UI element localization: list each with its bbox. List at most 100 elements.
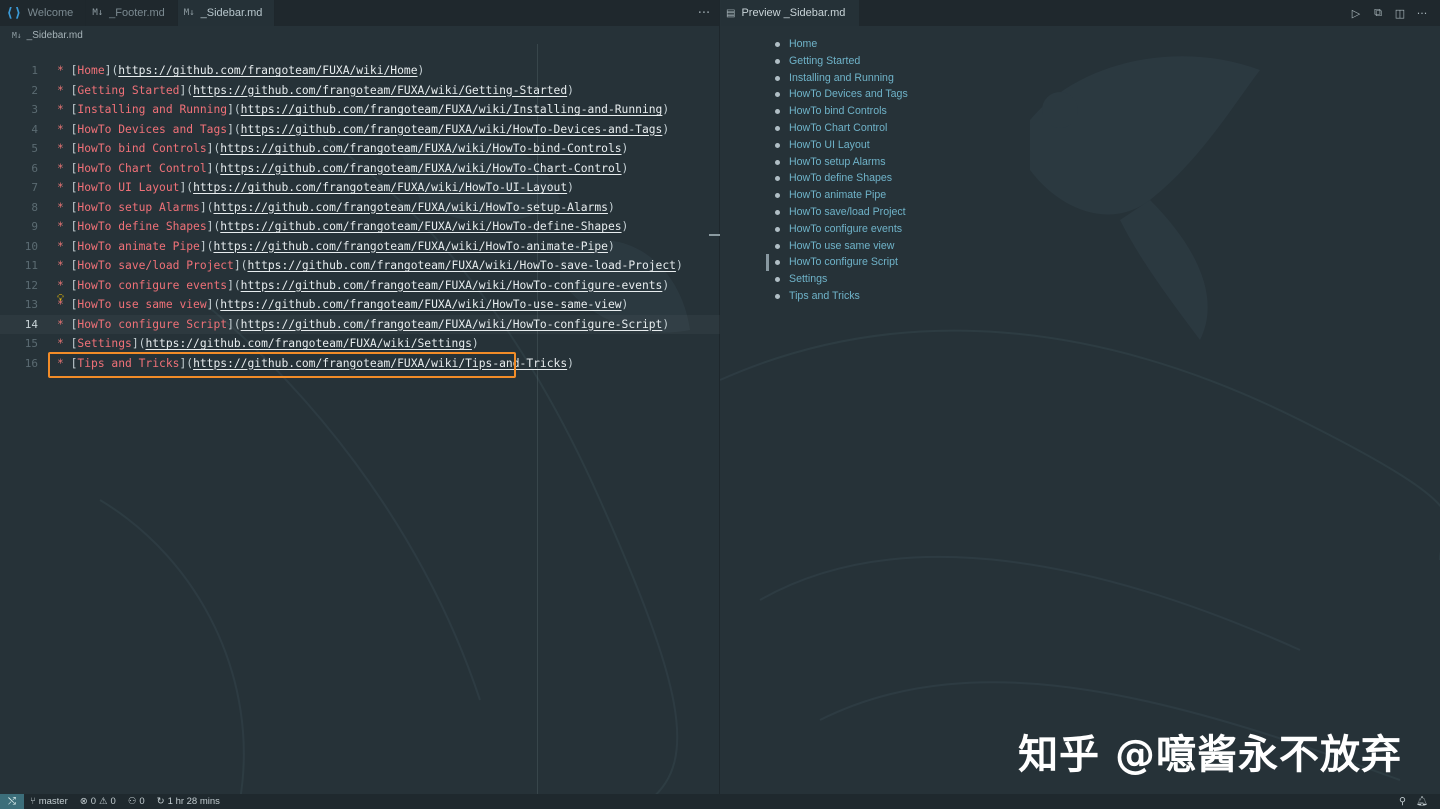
preview-link[interactable]: HowTo define Shapes — [775, 170, 908, 187]
code-line[interactable]: 6 * [HowTo Chart Control](https://github.… — [0, 159, 720, 179]
code-text[interactable]: * [HowTo setup Alarms](https://github.co… — [57, 198, 615, 218]
markdown-file-icon: M↓ — [92, 8, 104, 18]
line-number: 7 — [31, 181, 38, 194]
tab-footer-md[interactable]: M↓ _Footer.md — [86, 0, 178, 26]
code-line[interactable]: 8 * [HowTo setup Alarms](https://github.c… — [0, 198, 720, 218]
bracket: ]( — [104, 64, 119, 77]
link-url[interactable]: https://github.com/frangoteam/FUXA/wiki/… — [241, 123, 663, 136]
preview-link[interactable]: Getting Started — [775, 53, 908, 70]
link-url[interactable]: https://github.com/frangoteam/FUXA/wiki/… — [145, 337, 471, 350]
preview-link[interactable]: HowTo use same view — [775, 238, 908, 255]
link-url[interactable]: https://github.com/frangoteam/FUXA/wiki/… — [220, 220, 621, 233]
line-number: 11 — [24, 259, 38, 272]
code-text[interactable]: * [HowTo Chart Control](https://github.c… — [57, 159, 628, 179]
bracket: ) — [675, 259, 683, 272]
code-line[interactable]: 13 * [HowTo use same view](https://github… — [0, 293, 720, 315]
preview-link[interactable]: HowTo Devices and Tags — [775, 86, 908, 103]
code-line[interactable]: 5 * [HowTo bind Controls](https://github.… — [0, 139, 720, 159]
remote-indicator-icon[interactable]: ⤭ — [0, 794, 24, 809]
preview-link[interactable]: HowTo save/load Project — [775, 204, 908, 221]
preview-link[interactable]: HowTo configure Script — [775, 254, 908, 271]
link-url[interactable]: https://github.com/frangoteam/FUXA/wiki/… — [241, 103, 663, 116]
code-text[interactable]: * [HowTo animate Pipe](https://github.co… — [57, 237, 615, 257]
breadcrumb[interactable]: M↓ _Sidebar.md — [12, 28, 83, 42]
code-line[interactable]: 12 * [HowTo configure events](https://git… — [0, 276, 720, 296]
list-bullet: * — [57, 200, 71, 214]
tab-preview-sidebar[interactable]: ▤ Preview _Sidebar.md — [721, 0, 860, 26]
code-text[interactable]: * [HowTo bind Controls](https://github.c… — [57, 139, 628, 159]
tab-sidebar-md[interactable]: M↓ _Sidebar.md — [177, 0, 276, 26]
code-text[interactable]: * [Home](https://github.com/frangoteam/F… — [57, 61, 424, 81]
preview-link[interactable]: HowTo configure events — [775, 221, 908, 238]
link-url[interactable]: https://github.com/frangoteam/FUXA/wiki/… — [193, 84, 567, 97]
link-url[interactable]: https://github.com/frangoteam/FUXA/wiki/… — [220, 142, 621, 155]
list-bullet: * — [57, 142, 71, 155]
link-url[interactable]: https://github.com/frangoteam/FUXA/wiki/… — [213, 201, 607, 214]
preview-link[interactable]: Settings — [775, 271, 908, 288]
preview-link[interactable]: Installing and Running — [775, 70, 908, 87]
link-url[interactable]: https://github.com/frangoteam/FUXA/wiki/… — [220, 298, 621, 311]
code-text[interactable]: * [Settings](https://github.com/frangote… — [57, 334, 479, 354]
split-editor-icon[interactable]: ◫ — [1392, 7, 1408, 20]
bracket: ) — [662, 317, 670, 331]
code-line[interactable]: 7 * [HowTo UI Layout](https://github.com/… — [0, 178, 720, 198]
preview-tab-bar: ▤ Preview _Sidebar.md ▷ ⧉ ◫ ··· — [721, 0, 1440, 26]
more-actions-icon[interactable]: ··· — [1414, 7, 1430, 20]
preview-link[interactable]: Tips and Tricks — [775, 288, 908, 305]
branch-name: master — [38, 796, 68, 807]
code-line[interactable]: 4 * [HowTo Devices and Tags](https://gith… — [0, 120, 720, 140]
code-text[interactable]: * [Getting Started](https://github.com/f… — [57, 81, 574, 101]
code-text[interactable]: * [HowTo UI Layout](https://github.com/f… — [57, 178, 574, 198]
code-line[interactable]: 15 * [Settings](https://github.com/frango… — [0, 334, 720, 354]
code-line[interactable]: 11 * [HowTo save/load Project](https://gi… — [0, 256, 720, 276]
history-icon: ↻ — [156, 796, 165, 807]
ports-status[interactable]: ⚇ 0 — [122, 796, 151, 807]
link-url[interactable]: https://github.com/frangoteam/FUXA/wiki/… — [213, 240, 607, 253]
preview-link[interactable]: Home — [775, 36, 908, 53]
code-text[interactable]: * [HowTo configure events](https://githu… — [57, 276, 669, 296]
link-url[interactable]: https://github.com/frangoteam/FUXA/wiki/… — [118, 64, 417, 77]
list-bullet: * — [57, 259, 71, 272]
code-line[interactable]: 14 * [HowTo configure Script](https://git… — [0, 315, 720, 335]
notifications-bell-icon[interactable]: 🔔︎ — [1416, 796, 1428, 807]
more-actions-button[interactable]: ··· — [689, 0, 719, 26]
editor-tab-bar: ⟨⟩ Welcome M↓ _Footer.md M↓ _Sidebar.md … — [0, 0, 719, 26]
code-editor[interactable]: 1 * [Home](https://github.com/frangoteam/… — [0, 61, 720, 373]
run-icon[interactable]: ▷ — [1348, 7, 1364, 20]
breadcrumb-file[interactable]: _Sidebar.md — [27, 30, 83, 41]
branch-status[interactable]: ⑂ master — [24, 796, 74, 807]
highlight-box — [48, 352, 516, 378]
code-line[interactable]: 9 * [HowTo define Shapes](https://github.… — [0, 217, 720, 237]
link-url[interactable]: https://github.com/frangoteam/FUXA/wiki/… — [193, 181, 567, 194]
preview-link[interactable]: HowTo setup Alarms — [775, 154, 908, 171]
link-url[interactable]: https://github.com/frangoteam/FUXA/wiki/… — [247, 259, 675, 272]
code-text[interactable]: * [HowTo Devices and Tags](https://githu… — [57, 120, 669, 140]
preview-link[interactable]: HowTo bind Controls — [775, 103, 908, 120]
preview-link[interactable]: HowTo Chart Control — [775, 120, 908, 137]
open-source-icon[interactable]: ⧉ — [1370, 6, 1386, 20]
preview-group: ▤ Preview _Sidebar.md ▷ ⧉ ◫ ··· Home Gett… — [721, 0, 1440, 794]
tab-welcome[interactable]: ⟨⟩ Welcome — [0, 0, 87, 26]
line-number: 5 — [31, 142, 38, 155]
code-line[interactable]: 3 * [Installing and Running](https://gith… — [0, 100, 720, 120]
preview-link[interactable]: HowTo animate Pipe — [775, 187, 908, 204]
feedback-icon[interactable]: ⚲ — [1399, 796, 1406, 807]
code-text[interactable]: * [HowTo use same view](https://github.c… — [57, 295, 628, 315]
code-line[interactable]: 1 * [Home](https://github.com/frangoteam/… — [0, 61, 720, 81]
link-url[interactable]: https://github.com/frangoteam/FUXA/wiki/… — [220, 162, 621, 175]
watermark: 知乎 @噫酱永不放弃 — [1018, 732, 1402, 778]
code-text[interactable]: * [HowTo define Shapes](https://github.c… — [57, 217, 628, 237]
code-text[interactable]: * [Installing and Running](https://githu… — [57, 100, 669, 120]
preview-link[interactable]: HowTo UI Layout — [775, 137, 908, 154]
time-tracker[interactable]: ↻ 1 hr 28 mins — [151, 796, 226, 807]
link-url[interactable]: https://github.com/frangoteam/FUXA/wiki/… — [241, 318, 663, 331]
code-line[interactable]: 2 * [Getting Started](https://github.com/… — [0, 81, 720, 101]
code-text[interactable]: * [HowTo configure Script](https://githu… — [57, 315, 669, 335]
problems-status[interactable]: ⊗ 0 ⚠ 0 — [74, 796, 122, 807]
link-url[interactable]: https://github.com/frangoteam/FUXA/wiki/… — [241, 279, 663, 292]
lightbulb-icon[interactable]: 💡︎ — [57, 289, 64, 309]
code-line[interactable]: 10 * [HowTo animate Pipe](https://github.… — [0, 237, 720, 257]
code-text[interactable]: * [HowTo save/load Project](https://gith… — [57, 256, 683, 276]
bracket: ) — [567, 83, 574, 97]
preview-actions: ▷ ⧉ ◫ ··· — [1348, 0, 1440, 26]
